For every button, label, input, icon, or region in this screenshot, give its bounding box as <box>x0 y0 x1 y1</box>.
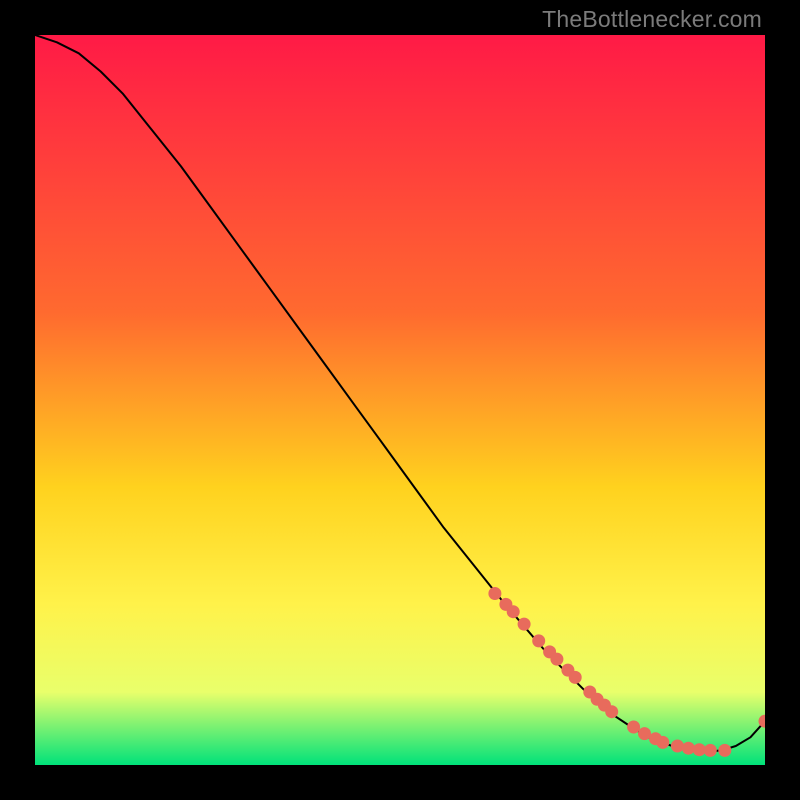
bottleneck-chart <box>35 35 765 765</box>
marker-dot <box>605 705 618 718</box>
marker-dot <box>518 618 531 631</box>
watermark-text: TheBottlenecker.com <box>542 6 762 33</box>
marker-dot <box>550 653 563 666</box>
marker-dot <box>627 721 640 734</box>
marker-dot <box>569 671 582 684</box>
marker-dot <box>488 587 501 600</box>
gradient-panel <box>35 35 765 765</box>
marker-dot <box>671 740 684 753</box>
marker-dot <box>704 744 717 757</box>
marker-dot <box>532 634 545 647</box>
marker-dot <box>682 742 695 755</box>
marker-dot <box>718 744 731 757</box>
marker-dot <box>656 736 669 749</box>
chart-stage: TheBottlenecker.com <box>0 0 800 800</box>
marker-dot <box>507 605 520 618</box>
